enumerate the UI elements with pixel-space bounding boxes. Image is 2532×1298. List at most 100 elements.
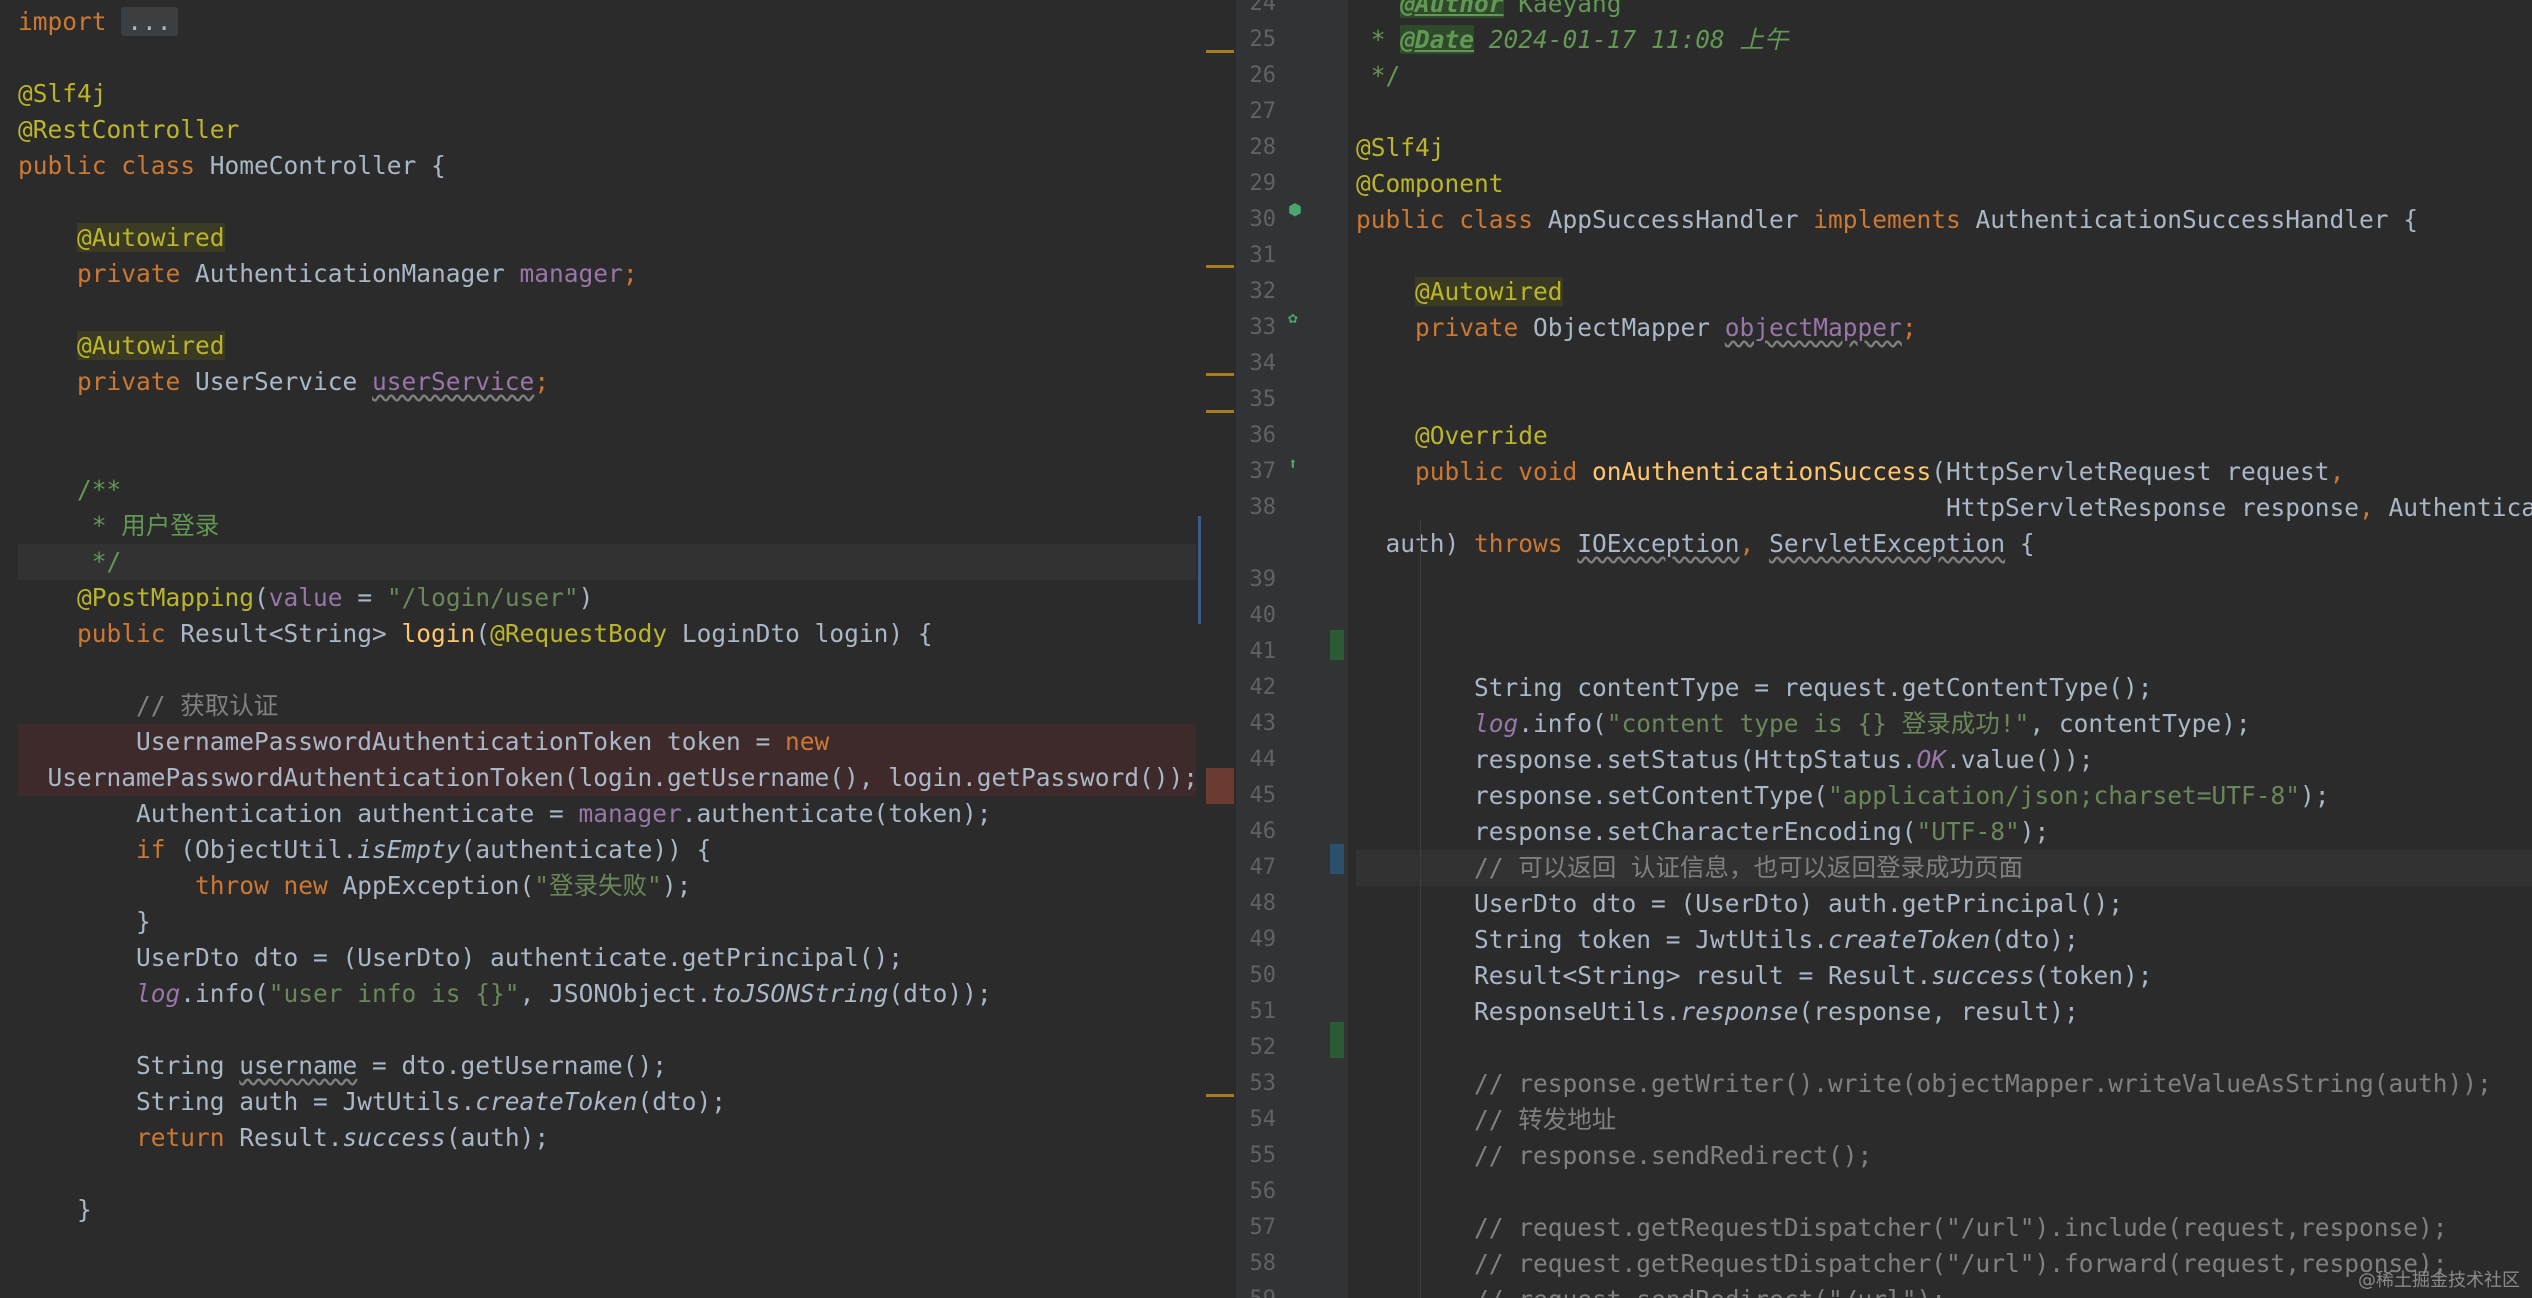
code-line[interactable]: String contentType = request.getContentT… [1356,670,2532,706]
code-line[interactable]: // response.sendRedirect(); [1356,1138,2532,1174]
code-token: new [785,727,830,756]
code-line[interactable]: UsernamePasswordAuthenticationToken(logi… [18,760,1198,796]
right-editor-pane[interactable]: 24 25 26 27 28 29 30 31 32 33 34 35 36 37 38 39 40 41 42 43… [1236,0,2532,1298]
code-line[interactable]: public Result<String> login(@RequestBody… [18,616,1196,652]
error-marker[interactable] [1206,768,1234,804]
code-line[interactable]: @RestController [18,112,1196,148]
code-line[interactable] [1356,1174,2532,1210]
code-line[interactable] [18,292,1196,328]
code-line[interactable]: /** [18,472,1196,508]
line-number: 33 [1249,315,1277,340]
bean-run-icon[interactable]: ⬢ [1288,202,1302,218]
code-token: "content type is {} 登录成功!" [1606,709,2030,738]
code-line[interactable]: // 转发地址 [1356,1102,2532,1138]
warning-marker[interactable] [1206,373,1234,376]
bean-inject-icon[interactable]: ✿ [1288,310,1298,326]
code-line[interactable]: UsernamePasswordAuthenticationToken toke… [18,724,1196,760]
code-line[interactable]: @Slf4j [18,76,1196,112]
code-line[interactable]: @Autowired [1356,274,2532,310]
code-line[interactable] [1356,238,2532,274]
code-line[interactable] [1356,346,2532,382]
code-line[interactable]: HttpServletResponse response, Authentica… [1356,490,2532,526]
code-line[interactable] [18,1012,1196,1048]
code-line[interactable]: public class AppSuccessHandler implement… [1356,202,2532,238]
code-line[interactable]: @Override [1356,418,2532,454]
code-line[interactable]: ResponseUtils.response(response, result)… [1356,994,2532,1030]
change-marker[interactable] [1330,1022,1344,1058]
code-line[interactable]: log.info("content type is {} 登录成功!", con… [1356,706,2532,742]
warning-marker[interactable] [1206,265,1234,268]
code-line[interactable]: // request.getRequestDispatcher("/url").… [1356,1210,2532,1246]
code-line[interactable] [1356,94,2532,130]
code-line[interactable]: } [18,1192,1196,1228]
code-line[interactable]: log.info("user info is {}", JSONObject.t… [18,976,1196,1012]
code-line[interactable]: response.setContentType("application/jso… [1356,778,2532,814]
code-line[interactable]: Result<String> result = Result.success(t… [1356,958,2532,994]
code-line[interactable]: private UserService userService; [18,364,1196,400]
code-token: Authentication [2388,493,2532,522]
code-line[interactable]: return Result.success(auth); [18,1120,1196,1156]
code-line[interactable]: throw new AppException("登录失败"); [18,868,1196,904]
left-editor-pane[interactable]: import ... @Slf4j @RestController public cl… [0,0,1236,1298]
code-line[interactable]: // request.getRequestDispatcher("/url").… [1356,1246,2532,1282]
code-line[interactable]: String auth = JwtUtils.createToken(dto); [18,1084,1196,1120]
code-line[interactable] [18,40,1196,76]
code-line[interactable] [1356,1030,2532,1066]
code-line[interactable]: import ... [18,4,1196,40]
code-line[interactable]: */ [1356,58,2532,94]
code-line[interactable]: // 可以返回 认证信息，也可以返回登录成功页面 [1356,850,2532,886]
warning-marker[interactable] [1206,50,1234,53]
code-line[interactable]: String token = JwtUtils.createToken(dto)… [1356,922,2532,958]
code-line[interactable] [18,1156,1196,1192]
code-token: import [18,7,107,36]
code-token: (HttpServletRequest request [1931,457,2330,486]
code-token: success [342,1123,446,1152]
code-line[interactable]: * @Date 2024-01-17 11:08 上午 [1356,22,2532,58]
code-line[interactable] [1356,562,2532,598]
code-line[interactable]: @Author Kaeyang [1356,0,2532,22]
code-line[interactable]: * 用户登录 [18,508,1196,544]
code-line[interactable]: public class HomeController { [18,148,1196,184]
change-marker[interactable] [1330,630,1344,660]
code-line[interactable]: UserDto dto = (UserDto) auth.getPrincipa… [1356,886,2532,922]
warning-marker[interactable] [1206,410,1234,413]
code-line[interactable]: @Autowired [18,220,1196,256]
code-line[interactable]: response.setCharacterEncoding("UTF-8"); [1356,814,2532,850]
line-number: 30 [1249,207,1277,232]
code-line[interactable]: */ [18,544,1196,580]
code-line[interactable]: // response.getWriter().write(objectMapp… [1356,1066,2532,1102]
code-line[interactable]: private ObjectMapper objectMapper; [1356,310,2532,346]
code-line[interactable]: private AuthenticationManager manager; [18,256,1196,292]
code-line[interactable]: UserDto dto = (UserDto) authenticate.get… [18,940,1196,976]
code-line[interactable]: public void onAuthenticationSuccess(Http… [1356,454,2532,490]
code-line[interactable] [1356,382,2532,418]
code-line[interactable]: } [18,904,1196,940]
code-line[interactable]: @Autowired [18,328,1196,364]
warning-marker[interactable] [1206,1094,1234,1097]
code-line[interactable]: @PostMapping(value = "/login/user") [18,580,1196,616]
code-line[interactable]: auth) throws IOException, ServletExcepti… [1356,526,2532,562]
code-line[interactable] [1356,634,2532,670]
code-line[interactable]: String username = dto.getUsername(); [18,1048,1196,1084]
code-line[interactable]: Authentication authenticate = manager.au… [18,796,1196,832]
code-line[interactable] [18,652,1196,688]
code-line[interactable]: // 获取认证 [18,688,1196,724]
code-line[interactable]: response.setStatus(HttpStatus.OK.value()… [1356,742,2532,778]
code-line[interactable]: @Component [1356,166,2532,202]
code-line[interactable] [18,400,1196,436]
change-marker[interactable] [1330,844,1344,874]
code-line[interactable] [1356,598,2532,634]
code-line[interactable] [18,184,1196,220]
code-line[interactable]: // request.sendRedirect("/url"); [1356,1282,2532,1298]
code-line[interactable]: if (ObjectUtil.isEmpty(authenticate)) { [18,832,1196,868]
code-line[interactable]: @Slf4j [1356,130,2532,166]
left-scroll-indicator[interactable] [1198,516,1201,624]
code-line[interactable] [18,436,1196,472]
override-icon[interactable]: ⬆ [1288,456,1298,472]
